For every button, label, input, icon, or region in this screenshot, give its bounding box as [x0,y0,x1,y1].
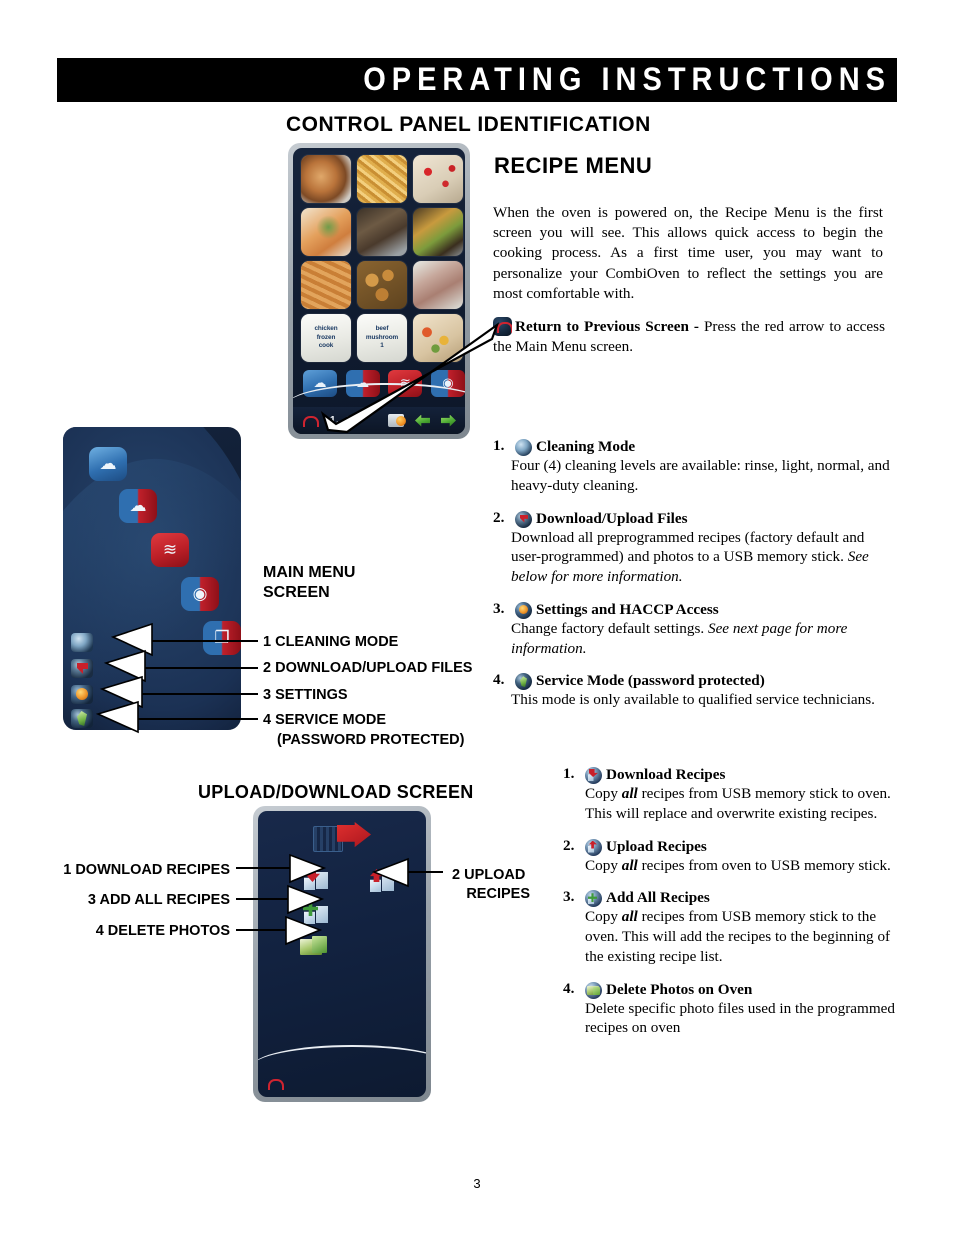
recipe-tile[interactable] [357,208,407,256]
main-menu-screen-label: MAIN MENU SCREEN [263,564,356,602]
recipe-book-icon[interactable]: ❐ [203,621,241,655]
callout-cleaning-mode: 1 CLEANING MODE [263,634,399,650]
recipe-menu-heading: RECIPE MENU [494,153,653,178]
delete-photos-icon [585,981,602,999]
list-item-title: Upload Recipes [585,837,908,856]
service-mode-icon [515,673,532,691]
service-mode-icon[interactable] [71,709,93,728]
download-upload-files-icon [515,510,532,528]
recipe-tile[interactable] [413,314,463,362]
list-item-desc: Download all preprogrammed recipes (fact… [511,528,869,586]
control-panel-identification-heading: CONTROL PANEL IDENTIFICATION [286,113,651,136]
callout-settings: 3 SETTINGS [263,687,348,703]
return-arrow-icon [493,317,512,336]
list-item: 2. Upload Recipes Copy all recipes from … [563,837,908,876]
recipe-text-tile[interactable]: chicken frozen cook [301,314,351,362]
callout-add-all-recipes: 3 ADD ALL RECIPES [87,892,230,908]
list-item: 1. Cleaning Mode Four (4) cleaning level… [493,437,893,496]
intro-paragraph: When the oven is powered on, the Recipe … [493,204,883,302]
list-item-desc: Copy all recipes from USB memory stick t… [585,785,891,822]
cleaning-mode-icon [515,439,532,456]
upload-download-screen-inner [258,811,426,1097]
list-item-desc: Delete specific photo files used in the … [585,999,895,1037]
callout-service-mode: 4 SERVICE MODE [263,712,387,728]
list-item-desc: Change factory default settings. See nex… [511,619,848,657]
prev-arrow-icon[interactable] [415,415,430,427]
usb-transfer-icon [313,822,377,862]
download-recipes-icon [585,767,602,784]
return-to-previous-screen-note: Return to Previous Screen - Press the re… [493,317,885,357]
page-header-bar: OPERATING INSTRUCTIONS [57,58,897,102]
callout-download-upload-files: 2 DOWNLOAD/UPLOAD FILES [263,660,473,676]
return-arrow-icon[interactable] [267,1077,284,1090]
upload-download-screen-heading: UPLOAD/DOWNLOAD SCREEN [198,782,474,802]
list-item-title: Delete Photos on Oven [585,980,908,999]
recipe-screen-bottom-bar: 1...12 [293,407,465,434]
recipe-tile[interactable] [301,155,351,203]
cleaning-mode-icon[interactable] [71,633,93,652]
recipe-text-tile-label: beef mushroom 1 [365,325,399,350]
page-number: 3 [473,1176,481,1191]
usb-icon[interactable] [388,414,406,427]
callout-delete-photos: 4 DELETE PHOTOS [95,923,230,939]
upload-recipes-icon [585,838,602,856]
steam-mode-icon[interactable]: ☁ [89,447,127,481]
settings-haccp-icon[interactable] [71,685,93,704]
retherm-mode-icon[interactable]: ◉ [181,577,219,611]
list-item: 1. Download Recipes Copy all recipes fro… [563,765,908,824]
recipe-page-range: 1...12 [330,415,359,426]
recipe-tile[interactable] [357,261,407,309]
main-menu-options-list: 1. Cleaning Mode Four (4) cleaning level… [493,437,893,723]
return-arrow-icon[interactable] [302,414,319,427]
main-menu-screen-graphic: ☁ ☁ ≋ ◉ ❐ [63,427,241,730]
recipe-text-tile-label: chicken frozen cook [314,325,338,350]
settings-haccp-icon [515,601,532,619]
recipe-tile[interactable] [413,155,463,203]
recipe-tile[interactable] [413,208,463,256]
callout-download-recipes: 1 DOWNLOAD RECIPES [63,862,230,878]
list-item-desc: This mode is only available to qualified… [511,691,875,709]
callout-upload-recipes: 2 UPLOAD RECIPES [452,867,530,902]
list-item: 2. Download/Upload Files Download all pr… [493,509,893,587]
recipe-tile[interactable] [301,208,351,256]
recipe-tile[interactable] [357,155,407,203]
callout-password-protected: (PASSWORD PROTECTED) [277,732,465,748]
recipe-tile[interactable] [301,261,351,309]
list-item: 3. Settings and HACCP Access Change fact… [493,600,893,659]
next-arrow-icon[interactable] [441,415,456,427]
convection-mode-icon[interactable]: ≋ [151,533,189,567]
page-header-title: OPERATING INSTRUCTIONS [363,61,891,98]
recipe-text-tile[interactable]: beef mushroom 1 [357,314,407,362]
delete-photos-icon[interactable] [300,933,327,957]
list-item-title: Settings and HACCP Access [515,600,893,619]
list-item-title: Download Recipes [585,765,908,784]
list-item-title: Service Mode (password protected) [515,671,893,691]
list-item-title: Download/Upload Files [515,509,893,528]
download-upload-files-icon[interactable] [71,659,93,678]
screen-curve-divider [258,1045,426,1067]
add-all-recipes-icon[interactable] [302,901,328,925]
list-item-desc: Copy all recipes from USB memory stick t… [585,908,891,965]
upload-recipes-icon[interactable] [368,869,394,893]
upload-download-options-list: 1. Download Recipes Copy all recipes fro… [563,765,908,1051]
list-item-desc: Copy all recipes from oven to USB memory… [585,856,891,874]
recipe-tile-grid: chicken frozen cook beef mushroom 1 [301,155,465,362]
add-all-recipes-icon [585,890,602,908]
list-item: 3. Add All Recipes Copy all recipes from… [563,888,908,966]
recipe-menu-screen-inner: chicken frozen cook beef mushroom 1 ☁ ☁ ≋ [293,148,465,434]
document-page: OPERATING INSTRUCTIONS CONTROL PANEL IDE… [0,0,954,1235]
list-item: 4. Delete Photos on Oven Delete specific… [563,980,908,1039]
udl-bottom-bar [258,1070,426,1097]
list-item: 4. Service Mode (password protected) Thi… [493,671,893,710]
combi-mode-icon[interactable]: ☁ [119,489,157,523]
upload-download-screen-graphic [253,806,431,1102]
list-item-desc: Four (4) cleaning levels are available: … [511,457,890,494]
list-item-title: Cleaning Mode [515,437,893,456]
list-item-title: Add All Recipes [585,888,908,908]
recipe-tile[interactable] [413,261,463,309]
download-recipes-icon[interactable] [302,867,328,891]
recipe-menu-screen-graphic: chicken frozen cook beef mushroom 1 ☁ ☁ ≋ [288,143,470,439]
return-note-bold: Return to Previous Screen - [515,318,704,335]
